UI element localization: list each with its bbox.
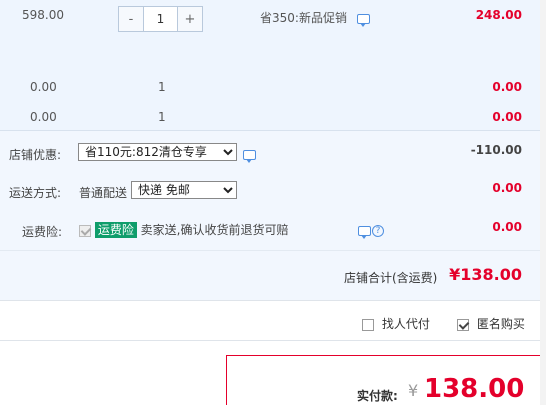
quantity-stepper[interactable]: - 1 + [118, 6, 203, 32]
anonymous-purchase-option[interactable]: 匿名购买 [457, 315, 525, 332]
shipping-insurance-group: 运费险 卖家送,确认收货前退货可赔 [79, 221, 289, 238]
shipping-method-select[interactable]: 快递 免邮 [131, 181, 237, 199]
shop-discount-amount: -110.00 [470, 143, 522, 157]
free-item-1-price: 0.00 [492, 80, 522, 94]
quantity-value[interactable]: 1 [143, 7, 178, 31]
chat-bubble-icon[interactable] [358, 225, 371, 239]
question-icon[interactable]: ? [372, 224, 384, 237]
insurance-icons: ? [358, 223, 384, 239]
promo-text: 省350:新品促销 [260, 11, 347, 25]
shipping-type: 普通配送 [79, 186, 128, 200]
proxy-pay-option[interactable]: 找人代付 [362, 315, 430, 332]
total-divider [0, 250, 540, 251]
payment-label: 实付款: [357, 389, 398, 403]
shipping-label: 运送方式: [9, 186, 62, 200]
free-item-1-quantity: 1 [158, 80, 166, 94]
page-scrollbar[interactable] [540, 0, 546, 405]
shipping-insurance-label: 运费险: [22, 225, 63, 239]
shipping-insurance-amount: 0.00 [492, 220, 522, 234]
shop-total-label: 店铺合计(含运费) [344, 271, 438, 285]
free-item-2-price: 0.00 [492, 110, 522, 124]
chat-bubble-icon[interactable] [356, 13, 370, 27]
increment-button[interactable]: + [178, 7, 202, 31]
options-divider-top [0, 300, 546, 301]
options-divider-bottom [0, 340, 546, 341]
payment-currency: ¥ [408, 381, 419, 400]
shipping-insurance-desc: 卖家送,确认收货前退货可赔 [140, 223, 289, 237]
free-item-2-quantity: 1 [158, 110, 166, 124]
proxy-pay-label[interactable]: 找人代付 [382, 317, 430, 331]
proxy-pay-checkbox[interactable] [362, 318, 374, 331]
anonymous-purchase-checkbox[interactable] [457, 318, 469, 331]
shipping-insurance-badge: 运费险 [94, 222, 137, 238]
chat-bubble-icon[interactable] [243, 149, 256, 163]
shop-discount-label: 店铺优惠: [9, 148, 62, 162]
shop-discount-select[interactable]: 省110元:812清仓专享 [78, 143, 237, 161]
item-price: 248.00 [475, 8, 522, 22]
shipping-insurance-checkbox[interactable] [79, 224, 91, 237]
free-item-2-original-price: 0.00 [30, 110, 57, 124]
payment-amount: 138.00 [424, 374, 525, 404]
promo-info: 省350:新品促销 [260, 9, 370, 27]
free-item-1-original-price: 0.00 [30, 80, 57, 94]
shop-total-amount: ¥138.00 [449, 265, 522, 284]
shipping-amount: 0.00 [492, 181, 522, 195]
decrement-button[interactable]: - [119, 7, 143, 31]
item-original-price: 598.00 [22, 8, 64, 22]
anonymous-purchase-label[interactable]: 匿名购买 [477, 317, 525, 331]
